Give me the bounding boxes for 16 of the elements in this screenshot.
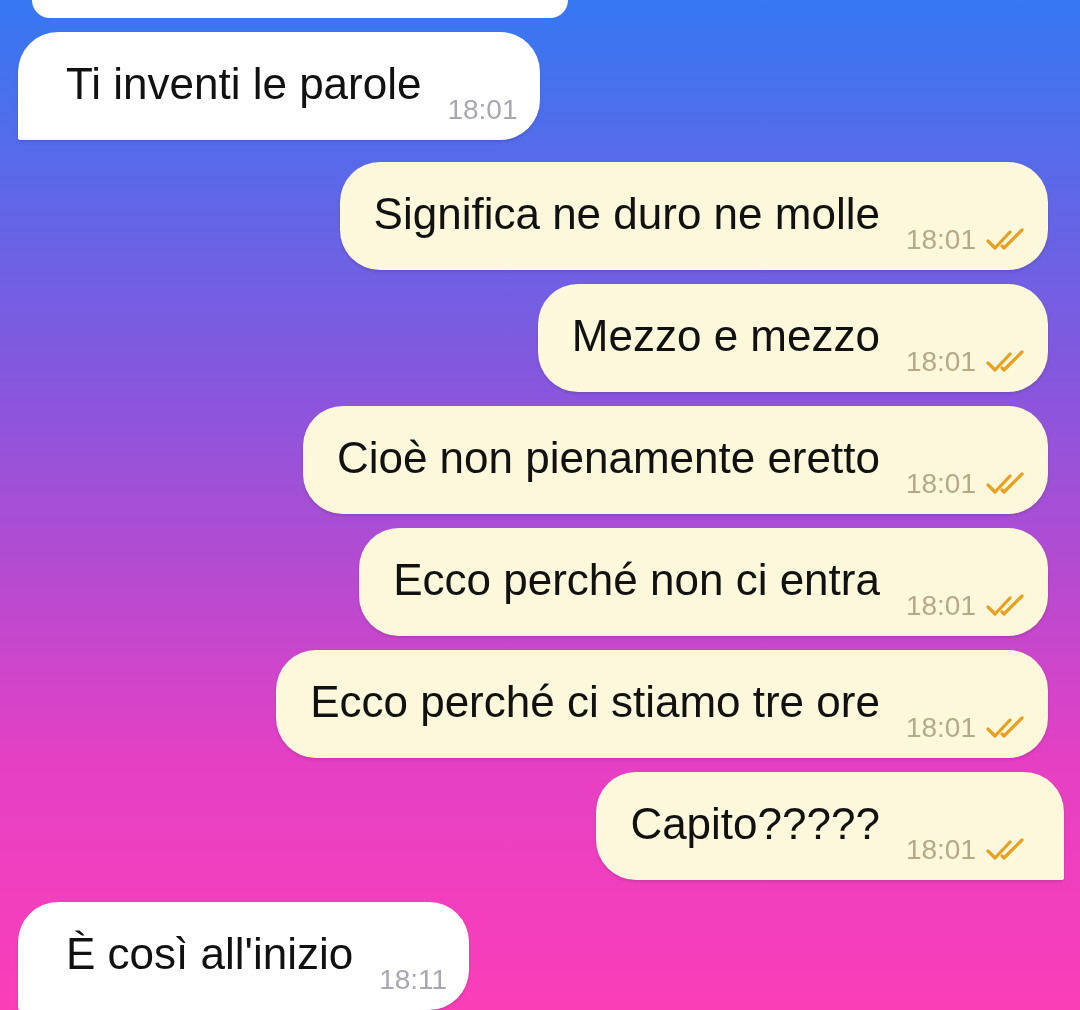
message-text: Ecco perché non ci entra xyxy=(393,558,880,602)
message-time: 18:01 xyxy=(905,468,976,500)
message-text: Capito????? xyxy=(630,802,880,846)
message-text: Cioè non pienamente eretto xyxy=(336,436,880,480)
message-time: 18:01 xyxy=(905,346,976,378)
message-text: Mezzo e mezzo xyxy=(571,314,880,358)
message-time: 18:01 xyxy=(905,224,976,256)
message-time: 18:01 xyxy=(905,834,976,866)
message-time: 18:01 xyxy=(905,712,976,744)
message-text: Ti inventi le parole xyxy=(66,62,422,106)
message-text: Significa ne duro ne molle xyxy=(373,192,880,236)
message-time: 18:01 xyxy=(905,590,976,622)
message-time: 18:01 xyxy=(447,94,518,126)
message-text: Ecco perché ci stiamo tre ore xyxy=(310,680,880,724)
message-text: È così all'inizio xyxy=(66,932,354,976)
message-time: 18:11 xyxy=(379,964,448,996)
